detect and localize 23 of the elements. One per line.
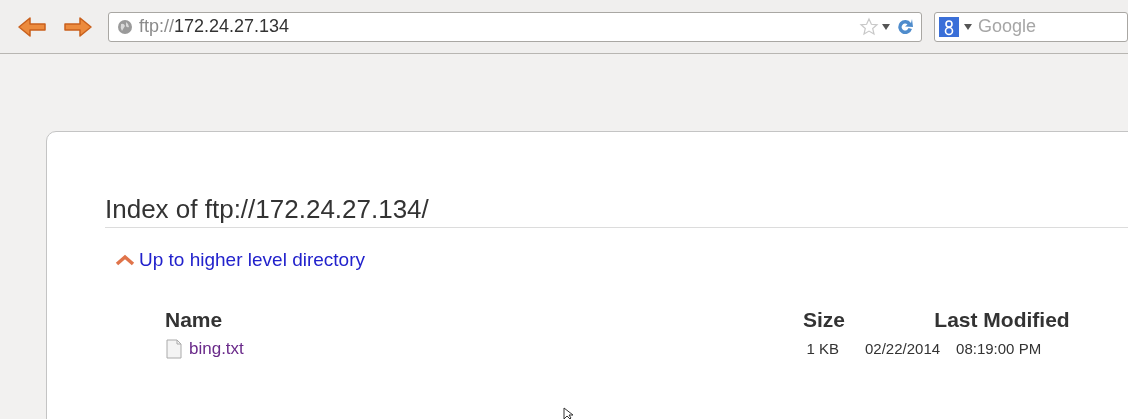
parent-directory-link[interactable]: Up to higher level directory [115,246,365,275]
column-header: Last Modified [933,306,1071,333]
table-cell-text: 1 KB [805,338,840,359]
search-engine-icon[interactable] [939,16,959,37]
search-field[interactable]: Google [934,11,1128,42]
url-scheme: ftp:// [139,15,174,38]
star-icon[interactable] [859,16,879,37]
globe-icon [117,18,133,35]
table-cell-text: 08:19:00 PM [956,338,1042,359]
dropdown-caret-icon[interactable] [882,23,890,30]
table-cell-text: 02/22/2014 [865,338,941,359]
dropdown-caret-icon[interactable] [964,23,972,30]
file-icon [165,338,183,359]
file-link[interactable]: bing.txt [189,335,244,362]
address-field[interactable]: ftp://172.24.27.134 [108,11,922,42]
search-input[interactable]: Google [978,13,1108,40]
column-header: Name [165,306,224,333]
back-arrow-icon[interactable] [16,14,48,39]
page-heading: Index of ftp://172.24.27.134/ [105,192,1128,228]
forward-arrow-icon[interactable] [62,14,94,39]
column-header: Size [801,306,846,333]
url-host: 172.24.27.134 [174,15,290,38]
up-chevron-icon [115,254,135,267]
